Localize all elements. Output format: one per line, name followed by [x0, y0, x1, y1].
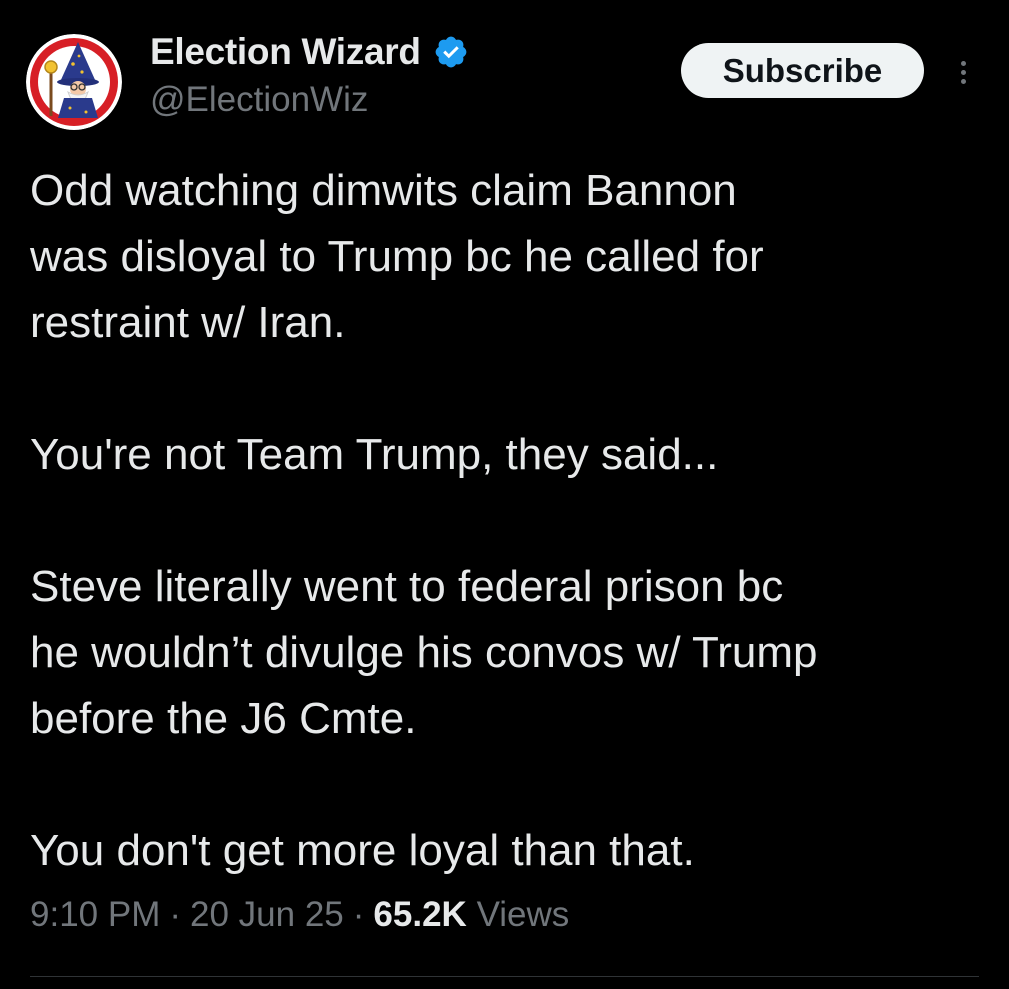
- tweet-paragraph: You're not Team Trump, they said...: [30, 430, 719, 479]
- meta-separator: ·: [169, 895, 182, 934]
- subscribe-button[interactable]: Subscribe: [681, 43, 924, 98]
- more-dot: [960, 69, 966, 75]
- tweet-text: Odd watching dimwits claim Bannon was di…: [30, 158, 990, 884]
- views-count[interactable]: 65.2K: [373, 895, 466, 934]
- wizard-avatar-icon[interactable]: [26, 34, 122, 130]
- views-label: Views: [476, 895, 570, 934]
- tweet-paragraph: Odd watching dimwits claim Bannon was di…: [30, 166, 764, 347]
- tweet-paragraph: You don't get more loyal than that.: [30, 826, 695, 875]
- more-dot: [960, 60, 966, 66]
- tweet-metadata: 9:10 PM · 20 Jun 25 · 65.2K Views: [30, 895, 569, 935]
- author-display-name[interactable]: Election Wizard: [150, 31, 421, 73]
- more-options-icon[interactable]: [948, 52, 978, 92]
- tweet-card: Election Wizard @ElectionWiz Subscribe O…: [0, 0, 1009, 989]
- more-dot: [960, 78, 966, 84]
- verified-badge-icon[interactable]: [433, 34, 469, 70]
- tweet-paragraph: Steve literally went to federal prison b…: [30, 562, 818, 743]
- divider: [30, 976, 979, 977]
- author-handle[interactable]: @ElectionWiz: [150, 80, 368, 120]
- tweet-time[interactable]: 9:10 PM: [30, 895, 160, 934]
- meta-separator: ·: [352, 895, 365, 934]
- author-name-row: Election Wizard: [150, 28, 469, 76]
- tweet-date[interactable]: 20 Jun 25: [190, 895, 344, 934]
